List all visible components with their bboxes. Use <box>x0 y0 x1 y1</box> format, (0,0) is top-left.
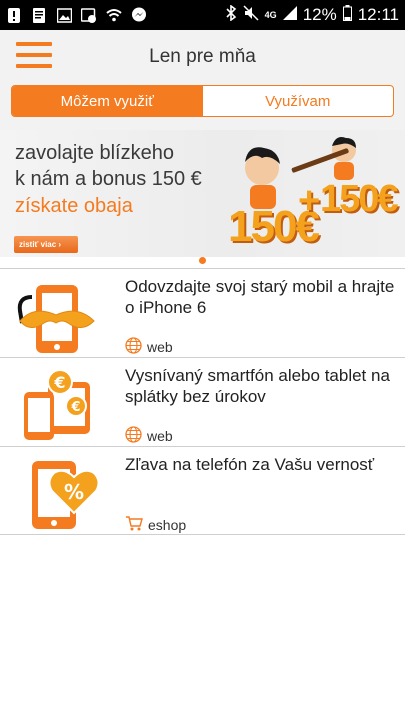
list-item[interactable]: € € Vysnívaný smartfón alebo tablet na s… <box>0 357 405 446</box>
system-status: 4G 12% 12:11 <box>225 3 399 26</box>
plus-sign: + <box>298 180 321 222</box>
carousel-dot-active[interactable] <box>199 257 206 264</box>
offer-source-label: eshop <box>148 516 187 533</box>
document-icon <box>31 7 47 23</box>
wifi-icon <box>106 7 122 23</box>
globe-icon <box>125 337 142 357</box>
messenger-icon <box>131 7 147 23</box>
globe-icon <box>125 426 142 446</box>
offer-source-label: web <box>147 339 173 355</box>
phone-heart-percent-icon: % <box>12 455 100 531</box>
network-type: 4G <box>264 10 277 20</box>
status-bar: 4G 12% 12:11 <box>0 0 405 30</box>
banner-line-3: získate obaja <box>15 195 133 217</box>
offer-title: Zľava na telefón za Vašu vernosť <box>125 455 375 474</box>
banner-line-2: k nám a bonus 150 € <box>15 168 202 190</box>
phone-mustache-icon <box>12 277 100 353</box>
photo-share-icon <box>81 7 97 23</box>
alert-icon <box>6 7 22 23</box>
mute-icon <box>243 4 259 26</box>
offer-title: Vysnívaný smartfón alebo tablet na splát… <box>125 366 390 406</box>
offers-list: Odovzdajte svoj starý mobil a hrajte o i… <box>0 268 405 535</box>
svg-text:€: € <box>70 400 80 415</box>
bonus-amount-right: 150€ <box>320 178 399 220</box>
image-icon <box>56 7 72 23</box>
offer-source: web <box>125 337 173 357</box>
tab-bar: Môžem využiť Využívam <box>0 85 405 130</box>
list-item[interactable]: % Zľava na telefón za Vašu vernosť eshop <box>0 446 405 535</box>
battery-icon <box>342 4 352 26</box>
offer-title: Odovzdajte svoj starý mobil a hrajte o i… <box>125 277 395 317</box>
notification-icons <box>6 7 147 23</box>
tab-mozem-vyuzit[interactable]: Môžem využiť <box>12 86 203 116</box>
cart-icon <box>125 515 143 534</box>
carousel-pager <box>0 257 405 267</box>
clock: 12:11 <box>357 5 399 24</box>
svg-text:€: € <box>53 373 65 392</box>
page-title: Len pre mňa <box>149 46 256 67</box>
offer-source: web <box>125 426 173 446</box>
promo-banner[interactable]: zavolajte blízkeho k nám a bonus 150 € z… <box>0 130 405 257</box>
learn-more-button[interactable]: zistiť viac › <box>14 236 78 253</box>
signal-icon <box>282 5 297 25</box>
battery-percent: 12% <box>302 5 337 24</box>
bluetooth-icon <box>225 3 237 26</box>
app-bar: Len pre mňa <box>0 30 405 85</box>
banner-line-1: zavolajte blízkeho <box>15 142 174 164</box>
svg-text:%: % <box>64 480 84 504</box>
list-item[interactable]: Odovzdajte svoj starý mobil a hrajte o i… <box>0 268 405 357</box>
tab-vyuzivam[interactable]: Využívam <box>203 86 394 116</box>
segmented-control: Môžem využiť Využívam <box>11 85 394 117</box>
phone-tablet-euro-icon: € € <box>12 366 100 442</box>
offer-source: eshop <box>125 515 186 534</box>
offer-source-label: web <box>147 428 173 444</box>
